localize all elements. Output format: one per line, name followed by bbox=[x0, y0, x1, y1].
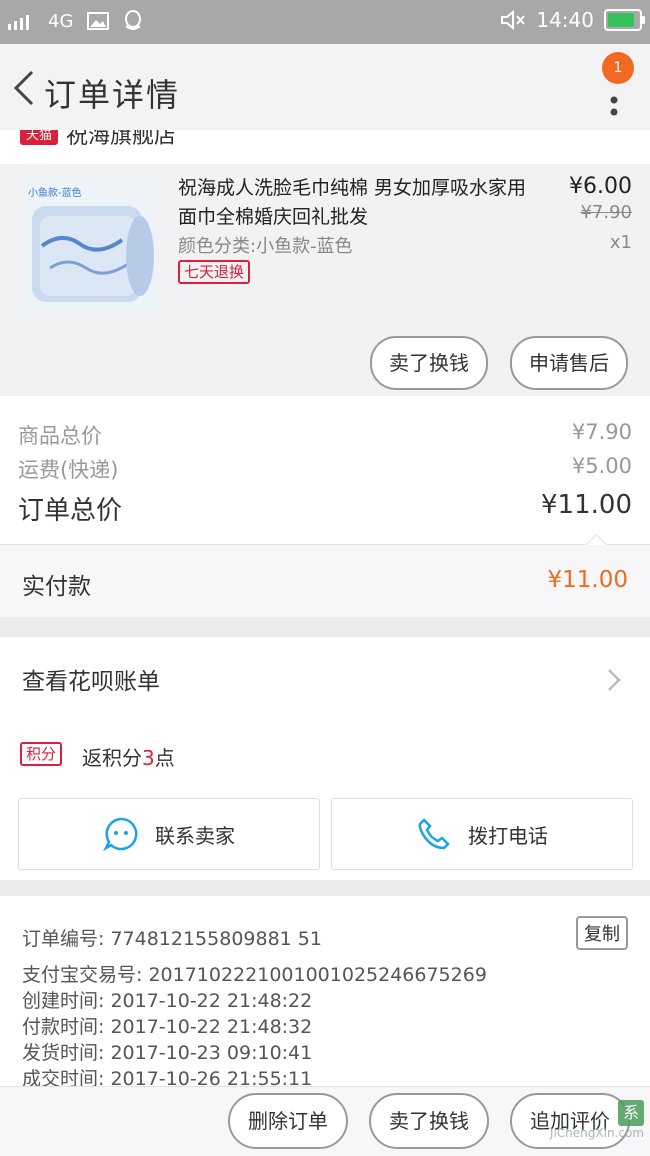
delete-order-button[interactable]: 删除订单 bbox=[228, 1093, 348, 1149]
order-item[interactable]: 小鱼款-蓝色 祝海成人洗脸毛巾纯棉 男女加厚吸水家用面巾全棉婚庆回礼批发 颜色分… bbox=[0, 164, 650, 396]
points-text: 返积分3点 bbox=[82, 742, 175, 771]
paid-value: ¥11.00 bbox=[547, 567, 628, 593]
contact-seller-button[interactable]: 联系卖家 bbox=[18, 798, 320, 870]
item-title[interactable]: 祝海成人洗脸毛巾纯棉 男女加厚吸水家用面巾全棉婚庆回礼批发 bbox=[178, 174, 538, 232]
signal-icon bbox=[8, 15, 29, 30]
clock: 14:40 bbox=[536, 8, 594, 32]
shipping-row: 运费(快递) ¥5.00 bbox=[18, 454, 632, 484]
goods-total-value: ¥7.90 bbox=[571, 420, 632, 444]
call-phone-label: 拨打电话 bbox=[468, 823, 548, 848]
order-total-value: ¥11.00 bbox=[541, 490, 632, 520]
chevron-right-icon bbox=[608, 669, 621, 691]
points-number: 3 bbox=[142, 746, 155, 770]
goods-total-label: 商品总价 bbox=[18, 424, 102, 448]
alipay-trade-number: 支付宝交易号: 2017102221001001025246675269 bbox=[22, 964, 487, 986]
item-quantity: x1 bbox=[609, 232, 632, 253]
phone-icon bbox=[418, 818, 450, 850]
huabei-bill-link[interactable]: 查看花呗账单 bbox=[0, 637, 650, 719]
image-icon bbox=[87, 12, 110, 30]
tmall-badge: 天猫 bbox=[20, 130, 59, 145]
order-info: 订单编号: 774812155809881 51 复制 支付宝交易号: 2017… bbox=[0, 896, 650, 1086]
status-bar: 4G 14:40 bbox=[0, 0, 650, 44]
shipping-label: 运费(快递) bbox=[18, 458, 119, 482]
order-total-label: 订单总价 bbox=[18, 496, 123, 526]
paid-time: 付款时间: 2017-10-22 21:48:32 bbox=[22, 1016, 313, 1038]
item-price: ¥6.00 bbox=[569, 174, 632, 199]
points-tag: 积分 bbox=[20, 742, 63, 766]
notification-badge[interactable]: 1 bbox=[602, 52, 634, 84]
points-prefix: 返积分 bbox=[82, 746, 142, 770]
product-thumbnail[interactable]: 小鱼款-蓝色 bbox=[22, 176, 158, 312]
chat-bubble-icon bbox=[103, 817, 138, 852]
more-icon[interactable] bbox=[610, 80, 618, 120]
created-time: 创建时间: 2017-10-22 21:48:22 bbox=[22, 990, 313, 1012]
order-total-row: 订单总价 ¥11.00 bbox=[18, 490, 632, 527]
order-number: 订单编号: 774812155809881 51 bbox=[22, 928, 322, 950]
shipped-time: 发货时间: 2017-10-23 09:10:41 bbox=[22, 1042, 313, 1064]
item-original-price: ¥7.90 bbox=[580, 202, 632, 223]
mute-icon bbox=[501, 9, 526, 31]
call-phone-button[interactable]: 拨打电话 bbox=[331, 798, 633, 870]
points-suffix: 点 bbox=[154, 746, 175, 770]
paid-row: 实付款 ¥11.00 bbox=[0, 545, 650, 617]
item-sku: 颜色分类:小鱼款-蓝色 bbox=[178, 236, 353, 257]
goods-total-row: 商品总价 ¥7.90 bbox=[18, 420, 632, 450]
points-row: 积分 返积分3点 bbox=[0, 720, 650, 788]
shipping-value: ¥5.00 bbox=[571, 454, 632, 478]
qq-icon bbox=[125, 10, 142, 30]
network-type: 4G bbox=[48, 10, 74, 32]
section-gap bbox=[0, 617, 650, 637]
huabei-bill-label: 查看花呗账单 bbox=[22, 669, 160, 695]
apply-aftersale-button[interactable]: 申请售后 bbox=[510, 336, 628, 390]
page-title: 订单详情 bbox=[44, 76, 181, 114]
shop-name: 祝海旗舰店 bbox=[66, 130, 177, 149]
watermark-text: JiChengXin.com bbox=[549, 1126, 644, 1140]
watermark-logo-icon: 系 bbox=[618, 1100, 644, 1126]
battery-icon bbox=[604, 9, 645, 31]
title-bar: 订单详情 1 bbox=[0, 44, 650, 130]
closed-time: 成交时间: 2017-10-26 21:55:11 bbox=[22, 1068, 313, 1086]
sell-item-button[interactable]: 卖了换钱 bbox=[370, 336, 488, 390]
seven-day-return-tag: 七天退换 bbox=[178, 260, 251, 284]
copy-button[interactable]: 复制 bbox=[576, 916, 628, 950]
paid-label: 实付款 bbox=[22, 574, 91, 600]
towel-image bbox=[32, 206, 154, 302]
sell-button[interactable]: 卖了换钱 bbox=[369, 1093, 489, 1149]
price-summary: 商品总价 ¥7.90 运费(快递) ¥5.00 订单总价 ¥11.00 bbox=[0, 408, 650, 544]
back-arrow-icon[interactable] bbox=[10, 68, 40, 108]
shop-strip[interactable]: 天猫 祝海旗舰店 bbox=[0, 130, 650, 154]
contact-seller-label: 联系卖家 bbox=[155, 823, 235, 848]
section-gap bbox=[0, 880, 650, 896]
watermark: 系 JiChengXin.com bbox=[550, 1100, 644, 1140]
